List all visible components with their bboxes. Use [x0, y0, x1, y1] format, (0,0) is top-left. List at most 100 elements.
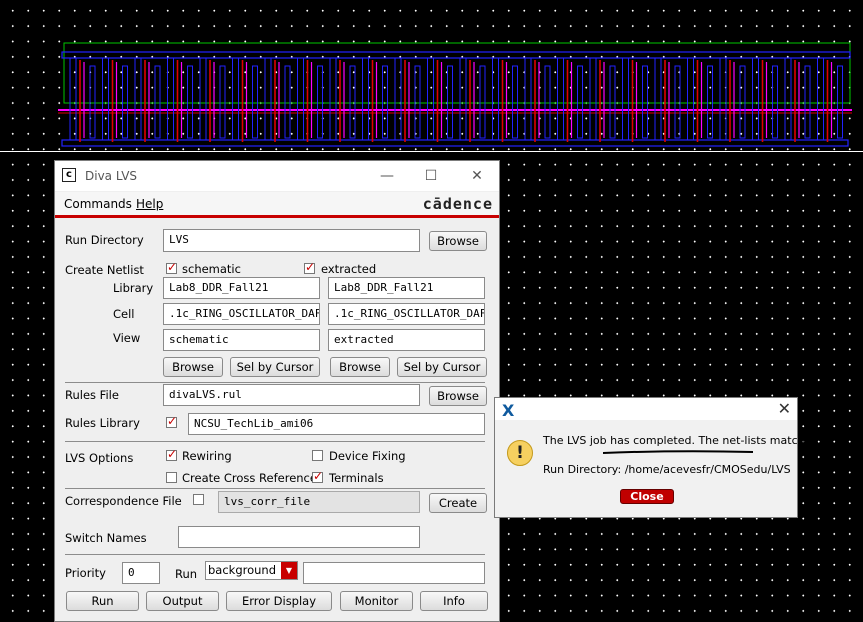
- correspondence-file-label: Correspondence File: [65, 494, 182, 508]
- rules-file-browse-button[interactable]: Browse: [429, 386, 487, 406]
- diffusion-contact: [284, 65, 291, 139]
- handwritten-underline: [603, 450, 753, 454]
- close-window-button[interactable]: ✕: [467, 167, 487, 185]
- schematic-checkbox[interactable]: [166, 260, 177, 274]
- switch-names-label: Switch Names: [65, 531, 147, 545]
- rewiring-checkbox[interactable]: [166, 447, 177, 461]
- rewiring-label: Rewiring: [182, 449, 232, 463]
- title-bar[interactable]: c Diva LVS — ☐ ✕: [55, 161, 499, 191]
- schematic-checkbox-label: schematic: [182, 262, 241, 276]
- canvas-divider: [0, 151, 863, 152]
- correspondence-file-checkbox[interactable]: [193, 494, 204, 505]
- diffusion-contact: [642, 65, 648, 139]
- correspondence-create-button[interactable]: Create: [429, 493, 487, 513]
- lvs-options-label: LVS Options: [65, 451, 134, 465]
- run-directory-input[interactable]: LVS: [163, 229, 420, 252]
- extracted-checkbox[interactable]: [304, 260, 315, 274]
- diffusion-contact: [317, 65, 323, 139]
- lvs-result-dialog: X ✕ ! The LVS job has completed. The net…: [494, 397, 808, 518]
- info-button[interactable]: Info: [420, 591, 488, 611]
- metal-strap: [687, 57, 694, 141]
- diffusion-contact: [447, 65, 453, 139]
- metal-strap: [167, 57, 174, 141]
- diva-lvs-window: c Diva LVS — ☐ ✕ Commands Help cādence R…: [54, 160, 500, 622]
- switch-names-input[interactable]: [178, 526, 420, 548]
- dialog-close-icon[interactable]: ✕: [778, 399, 791, 418]
- output-button[interactable]: Output: [146, 591, 219, 611]
- diffusion-contact: [154, 65, 161, 139]
- extracted-cell-input[interactable]: .1c_RING_OSCILLATOR_DAF: [328, 303, 485, 325]
- priority-input[interactable]: 0: [122, 562, 160, 584]
- monitor-button[interactable]: Monitor: [340, 591, 413, 611]
- schematic-cell-input[interactable]: .1c_RING_OSCILLATOR_DAF: [163, 303, 320, 325]
- diffusion-contact: [252, 65, 258, 139]
- maximize-button[interactable]: ☐: [421, 167, 441, 185]
- error-display-button[interactable]: Error Display: [226, 591, 332, 611]
- run-directory-browse-button[interactable]: Browse: [429, 231, 487, 251]
- terminals-label: Terminals: [329, 471, 384, 485]
- dialog-title-bar[interactable]: X ✕: [495, 398, 797, 420]
- run-button[interactable]: Run: [66, 591, 139, 611]
- warning-icon: !: [507, 440, 533, 466]
- dialog-close-button[interactable]: Close: [620, 489, 674, 504]
- create-cross-reference-checkbox[interactable]: [166, 472, 177, 483]
- dialog-run-directory: Run Directory: /home/acevesfr/CMOSedu/LV…: [543, 463, 791, 476]
- separator: [65, 382, 485, 383]
- metal-strap: [784, 57, 792, 141]
- extracted-sel-by-cursor-button[interactable]: Sel by Cursor: [397, 357, 487, 377]
- diffusion-contact: [544, 65, 551, 139]
- extracted-view-input[interactable]: extracted: [328, 329, 485, 351]
- metal-strap: [264, 57, 272, 141]
- diffusion-contact: [804, 65, 811, 139]
- metal-strap: [394, 57, 402, 141]
- diffusion-contact: [674, 65, 681, 139]
- menu-bar: Commands Help cādence: [55, 192, 499, 216]
- library-label: Library: [113, 281, 154, 295]
- extracted-checkbox-label: extracted: [321, 262, 377, 276]
- rules-library-label: Rules Library: [65, 416, 140, 430]
- run-extra-input[interactable]: [303, 562, 485, 584]
- create-netlist-label: Create Netlist: [65, 263, 144, 277]
- diffusion-contact: [382, 65, 388, 139]
- minimize-button[interactable]: —: [377, 167, 397, 185]
- rules-library-checkbox[interactable]: [166, 414, 177, 428]
- metal-strap: [459, 57, 467, 141]
- diffusion-contact: [219, 65, 226, 139]
- metal-strap: [752, 57, 759, 141]
- separator: [65, 554, 485, 555]
- rules-library-input[interactable]: NCSU_TechLib_ami06: [188, 413, 485, 435]
- metal-strap: [654, 57, 662, 141]
- menu-help[interactable]: Help: [136, 197, 163, 211]
- schematic-library-input[interactable]: Lab8_DDR_Fall21: [163, 277, 320, 299]
- metal-strap: [622, 57, 629, 141]
- dropdown-arrow-icon[interactable]: ▼: [281, 562, 297, 579]
- extracted-library-input[interactable]: Lab8_DDR_Fall21: [328, 277, 485, 299]
- run-mode-value: background: [208, 563, 277, 577]
- metal-strap: [719, 57, 727, 141]
- device-fixing-label: Device Fixing: [329, 449, 406, 463]
- metal-strap: [557, 57, 564, 141]
- metal-top-rail: [61, 51, 851, 59]
- schematic-view-input[interactable]: schematic: [163, 329, 320, 351]
- menu-commands[interactable]: Commands: [64, 197, 132, 211]
- separator: [65, 488, 485, 489]
- extracted-browse-button[interactable]: Browse: [330, 357, 390, 377]
- rules-file-input[interactable]: divaLVS.rul: [163, 384, 420, 406]
- metal-strap: [362, 57, 369, 141]
- schematic-sel-by-cursor-button[interactable]: Sel by Cursor: [230, 357, 320, 377]
- brand-accent-line: [55, 215, 499, 218]
- diffusion-contact: [772, 65, 778, 139]
- terminals-checkbox[interactable]: [312, 469, 323, 483]
- diffusion-contact: [414, 65, 421, 139]
- schematic-browse-button[interactable]: Browse: [163, 357, 223, 377]
- layout-canvas[interactable]: [0, 0, 863, 152]
- device-fixing-checkbox[interactable]: [312, 450, 323, 461]
- metal-strap: [492, 57, 499, 141]
- correspondence-file-input[interactable]: lvs_corr_file: [218, 491, 420, 513]
- cadence-logo: cādence: [422, 195, 493, 213]
- x-window-logo-icon: X: [502, 401, 515, 420]
- run-mode-select[interactable]: background ▼: [205, 561, 298, 580]
- run-mode-label: Run: [175, 567, 198, 581]
- create-cross-reference-label: Create Cross Reference: [182, 471, 317, 485]
- metal-strap: [69, 57, 77, 141]
